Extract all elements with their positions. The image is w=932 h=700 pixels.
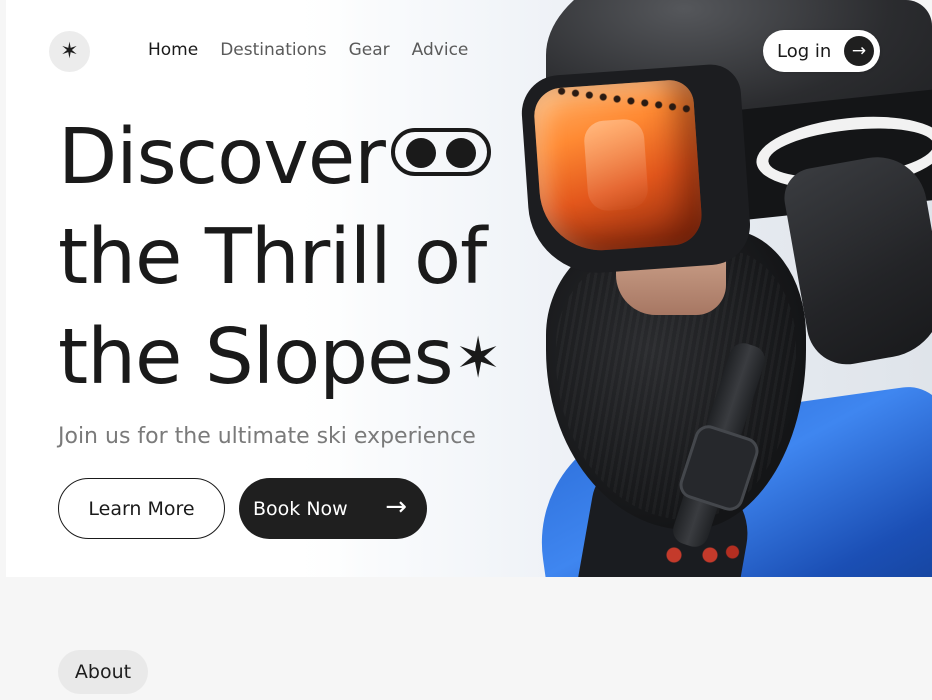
page-frame: ✶ Home Destinations Gear Advice Log in →… (0, 0, 932, 700)
login-button[interactable]: Log in → (763, 30, 880, 72)
nav-advice[interactable]: Advice (412, 40, 469, 60)
nav-gear[interactable]: Gear (349, 40, 390, 60)
learn-more-button[interactable]: Learn More (58, 478, 225, 539)
headline-line-1: Discover (58, 113, 386, 202)
headline-line-2: the Thrill of (58, 213, 487, 302)
book-now-label: Book Now (253, 497, 348, 520)
about-section-chip[interactable]: About (58, 650, 148, 694)
toggle-eyes-icon (390, 128, 491, 176)
brand-logo[interactable]: ✶ (49, 31, 90, 72)
hero-headline: Discover the Thrill of the Slopes✶ (58, 108, 538, 415)
arrow-right-icon: → (385, 492, 407, 522)
nav-destinations[interactable]: Destinations (220, 40, 326, 60)
login-label: Log in (777, 40, 832, 62)
star-icon: ✶ (454, 326, 502, 391)
hero-section: ✶ Home Destinations Gear Advice Log in →… (6, 0, 932, 577)
arrow-right-icon: → (844, 36, 874, 66)
learn-more-label: Learn More (88, 497, 195, 520)
about-label: About (74, 661, 132, 683)
hero-subtitle: Join us for the ultimate ski experience (58, 424, 476, 449)
nav-home[interactable]: Home (148, 40, 198, 60)
sparkle-icon: ✶ (60, 39, 79, 64)
main-nav: Home Destinations Gear Advice (148, 40, 490, 60)
headline-line-3: the Slopes (58, 313, 454, 402)
book-now-button[interactable]: Book Now → (239, 478, 427, 539)
